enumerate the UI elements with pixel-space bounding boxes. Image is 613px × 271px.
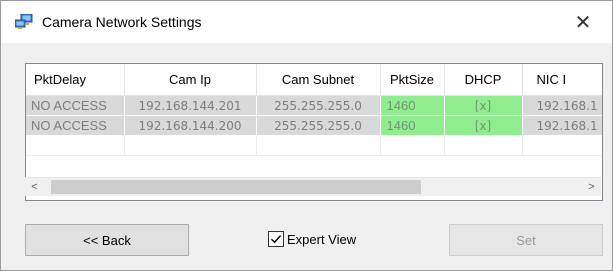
title-bar: Camera Network Settings ✕ [1, 1, 612, 43]
cell-cam-ip[interactable]: 192.168.144.201 [124, 95, 257, 116]
set-button[interactable]: Set [449, 224, 603, 256]
header-row: PktDelay Cam Ip Cam Subnet PktSize DHCP … [26, 64, 602, 96]
scroll-right-button[interactable]: > [583, 178, 600, 196]
close-button[interactable]: ✕ [567, 9, 599, 35]
column-header-dhcp[interactable]: DHCP [444, 64, 523, 96]
empty-row [26, 135, 602, 156]
column-header-cam-ip[interactable]: Cam Ip [124, 64, 257, 96]
cell-cam-subnet[interactable]: 255.255.255.0 [256, 115, 381, 136]
column-header-nic-ip[interactable]: NIC I [522, 64, 602, 96]
scroll-left-button[interactable]: < [26, 178, 43, 196]
chevron-left-icon: < [31, 181, 38, 193]
checkmark-icon [271, 235, 282, 244]
cell-pktdelay[interactable]: NO ACCESS [26, 95, 125, 116]
cell-pktsize[interactable]: 1460 [380, 115, 445, 136]
column-header-pktdelay[interactable]: PktDelay [26, 64, 125, 96]
expert-view-toggle[interactable]: Expert View [268, 231, 356, 247]
camera-network-settings-dialog: Camera Network Settings ✕ PktDelay Cam I… [0, 0, 613, 271]
network-app-icon [14, 13, 33, 30]
horizontal-scrollbar[interactable]: < > [25, 177, 601, 196]
expert-view-label: Expert View [287, 231, 357, 247]
settings-table: PktDelay Cam Ip Cam Subnet PktSize DHCP … [26, 64, 602, 156]
chevron-right-icon: > [588, 181, 595, 193]
cell-cam-ip[interactable]: 192.168.144.200 [124, 115, 257, 136]
table-row[interactable]: NO ACCESS 192.168.144.200 255.255.255.0 … [26, 115, 602, 136]
cell-nic-ip[interactable]: 192.168.1 [522, 115, 602, 136]
table-row[interactable]: NO ACCESS 192.168.144.201 255.255.255.0 … [26, 95, 602, 116]
expert-view-checkbox[interactable] [268, 231, 284, 247]
column-header-cam-subnet[interactable]: Cam Subnet [256, 64, 381, 96]
column-header-pktsize[interactable]: PktSize [380, 64, 445, 96]
close-icon: ✕ [574, 11, 592, 34]
cell-pktdelay[interactable]: NO ACCESS [26, 115, 125, 136]
cell-pktsize[interactable]: 1460 [380, 95, 445, 116]
cell-dhcp[interactable]: [x] [444, 95, 523, 116]
back-button[interactable]: << Back [25, 224, 189, 256]
scrollbar-thumb[interactable] [51, 180, 421, 194]
window-title: Camera Network Settings [42, 14, 202, 30]
cell-cam-subnet[interactable]: 255.255.255.0 [256, 95, 381, 116]
cell-nic-ip[interactable]: 192.168.1 [522, 95, 602, 116]
cell-dhcp[interactable]: [x] [444, 115, 523, 136]
